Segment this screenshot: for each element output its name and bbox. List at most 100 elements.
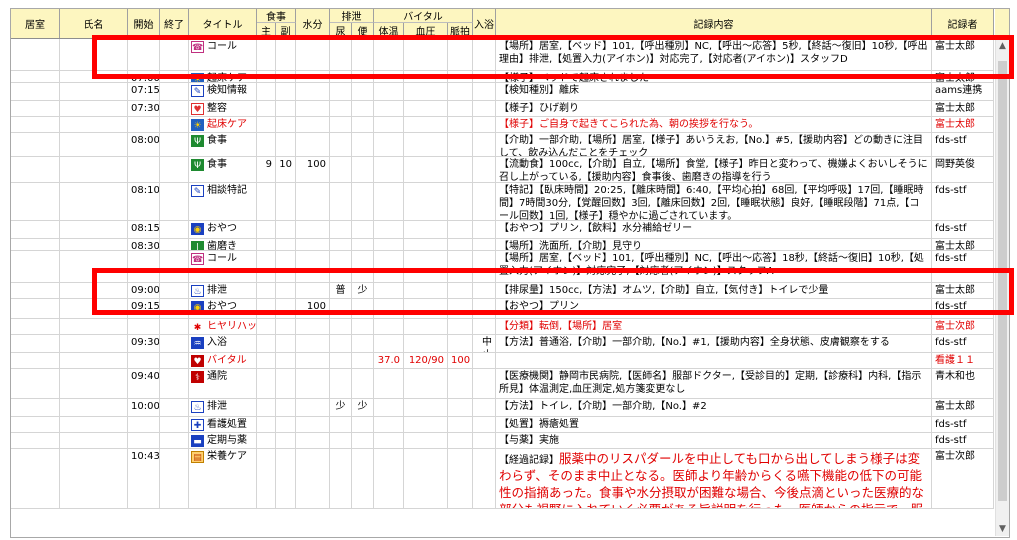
cell-start[interactable]: 10:43 [128,449,160,508]
cell-bp[interactable] [404,369,448,398]
cell-bath[interactable] [473,369,496,398]
cell-urine[interactable]: 少 [330,399,352,416]
cell-side[interactable] [276,183,296,220]
cell-end[interactable] [160,417,189,432]
cell-content[interactable]: 【特記】【臥床時間】20:25,【離床時間】6:40,【平均心拍】68回,【平均… [496,183,932,220]
cell-pulse[interactable] [448,221,473,238]
cell-room[interactable] [11,399,60,416]
cell-recorder[interactable]: 青木和也 [932,369,994,398]
cell-content[interactable]: 【検知種別】離床 [496,83,932,100]
cell-start[interactable]: 08:30 [128,239,160,250]
cell-side[interactable] [276,221,296,238]
cell-end[interactable] [160,399,189,416]
cell-temp[interactable] [374,239,404,250]
cell-bp[interactable] [404,157,448,182]
cell-stool[interactable] [352,221,374,238]
header-recorder[interactable]: 記録者 [932,9,994,38]
cell-room[interactable] [11,83,60,100]
cell-side[interactable] [276,335,296,352]
header-start[interactable]: 開始 [128,9,160,38]
cell-start[interactable] [128,417,160,432]
cell-pulse[interactable] [448,369,473,398]
cell-urine[interactable] [330,433,352,448]
cell-stool[interactable] [352,83,374,100]
cell-content[interactable]: 【様子】ご自身で起きてこられた為、朝の挨拶を行なう。 [496,117,932,132]
cell-content[interactable]: 【方法】トイレ,【介助】一部介助,【No.】#2 [496,399,932,416]
cell-pulse[interactable] [448,239,473,250]
cell-main[interactable] [257,133,276,156]
cell-temp[interactable] [374,335,404,352]
cell-name[interactable] [60,417,128,432]
cell-content[interactable]: 【処置】褥瘡処置 [496,417,932,432]
cell-stool[interactable] [352,433,374,448]
cell-name[interactable] [60,433,128,448]
cell-main[interactable] [257,369,276,398]
cell-temp[interactable]: 37.0 [374,353,404,368]
cell-end[interactable] [160,183,189,220]
cell-urine[interactable] [330,417,352,432]
cell-content[interactable]: 【方法】普通浴,【介助】一部介助,【No.】#1,【援助内容】全身状態、皮膚観察… [496,335,932,352]
cell-water[interactable]: 100 [296,157,330,182]
cell-bath[interactable] [473,117,496,132]
cell-water[interactable] [296,449,330,508]
cell-bath[interactable] [473,239,496,250]
header-content[interactable]: 記録内容 [496,9,932,38]
cell-stool[interactable] [352,157,374,182]
cell-urine[interactable] [330,221,352,238]
cell-title[interactable]: ♥ 整容 [189,101,257,116]
cell-urine[interactable] [330,183,352,220]
cell-bp[interactable] [404,101,448,116]
cell-room[interactable] [11,71,60,82]
cell-start[interactable]: 07:15 [128,83,160,100]
cell-name[interactable] [60,183,128,220]
cell-bp[interactable] [404,221,448,238]
cell-start[interactable]: 08:00 [128,133,160,156]
cell-urine[interactable] [330,157,352,182]
cell-water[interactable] [296,433,330,448]
cell-bath[interactable] [473,399,496,416]
cell-temp[interactable] [374,133,404,156]
cell-bath[interactable] [473,83,496,100]
cell-side[interactable] [276,319,296,334]
cell-room[interactable] [11,283,60,298]
cell-water[interactable] [296,335,330,352]
cell-bp[interactable] [404,417,448,432]
cell-main[interactable] [257,221,276,238]
cell-bp[interactable] [404,239,448,250]
cell-title[interactable]: ♨ 排泄 [189,399,257,416]
table-row[interactable]: 08:10 ✎ 相談特記 【特記】【臥床時間】20:25,【離床時間】6:40,【平均… [11,183,994,221]
cell-start[interactable]: 07:30 [128,101,160,116]
cell-stool[interactable] [352,353,374,368]
cell-title[interactable]: | 歯磨き [189,239,257,250]
table-row[interactable]: 10:43 ▤ 栄養ケア 【経過記録】服薬中のリスパダールを中止しても口から出してしま… [11,449,994,509]
cell-room[interactable] [11,335,60,352]
cell-title[interactable]: ✎ 検知情報 [189,83,257,100]
cell-room[interactable] [11,369,60,398]
cell-bath[interactable]: 中止 [473,335,496,352]
cell-end[interactable] [160,157,189,182]
cell-side[interactable] [276,369,296,398]
cell-room[interactable] [11,251,60,282]
cell-temp[interactable] [374,183,404,220]
header-end[interactable]: 終了 [160,9,189,38]
cell-side[interactable] [276,433,296,448]
cell-stool[interactable] [352,101,374,116]
cell-title[interactable]: ☀ 起床ケア [189,117,257,132]
cell-name[interactable] [60,449,128,508]
cell-recorder[interactable]: 富士次郎 [932,449,994,508]
cell-pulse[interactable] [448,83,473,100]
table-row[interactable]: 09:30 ♒入浴 中止【方法】普通浴,【介助】一部介助,【No.】#1,【援助内容… [11,335,994,353]
cell-pulse[interactable] [448,399,473,416]
cell-recorder[interactable]: 富士太郎 [932,101,994,116]
cell-main[interactable] [257,449,276,508]
cell-room[interactable] [11,299,60,318]
cell-temp[interactable] [374,83,404,100]
cell-urine[interactable] [330,319,352,334]
cell-room[interactable] [11,417,60,432]
cell-temp[interactable] [374,399,404,416]
cell-bath[interactable] [473,433,496,448]
cell-title[interactable]: Ψ 食事 [189,157,257,182]
cell-end[interactable] [160,221,189,238]
cell-recorder[interactable]: fds-stf [932,335,994,352]
cell-recorder[interactable]: 富士太郎 [932,239,994,250]
